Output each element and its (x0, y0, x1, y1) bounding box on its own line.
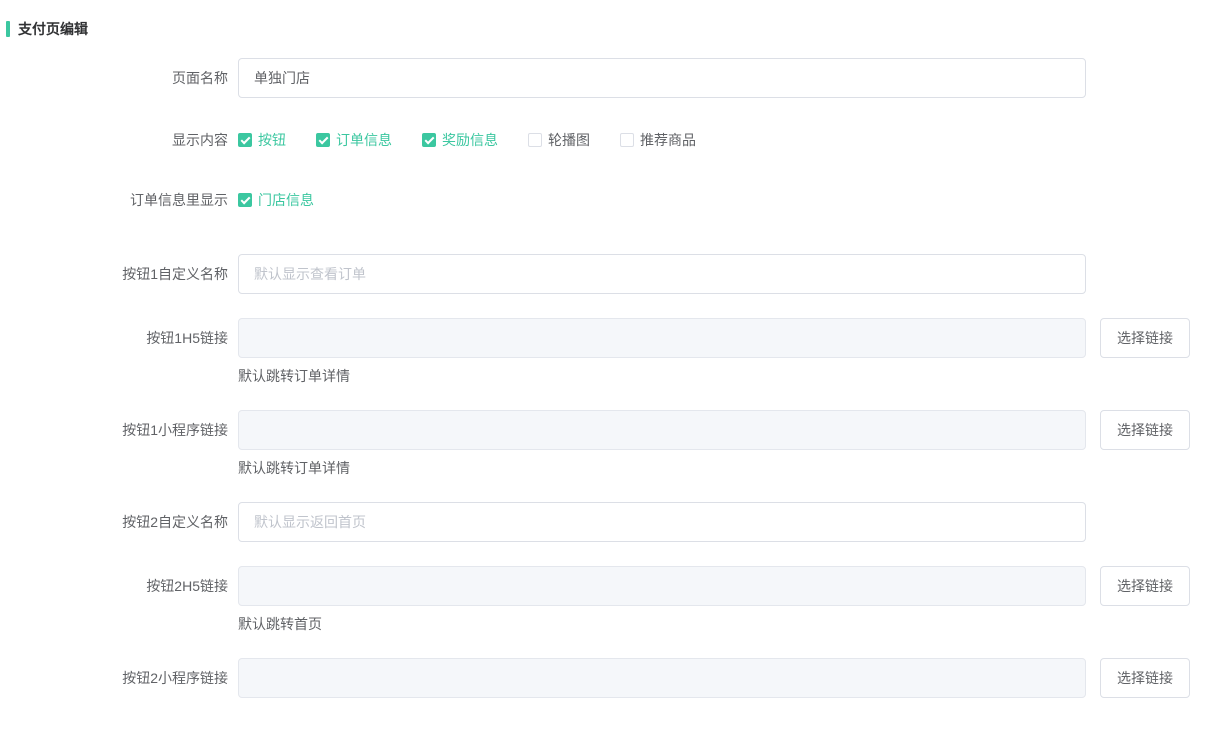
btn2-custom-name-input[interactable] (238, 502, 1086, 542)
btn2-mini-link-input (238, 658, 1086, 698)
page-name-label: 页面名称 (0, 58, 238, 98)
page-title: 支付页编辑 (18, 19, 88, 39)
checkbox-label: 订单信息 (336, 130, 392, 150)
checkbox-carousel[interactable]: 轮播图 (528, 130, 590, 150)
btn1-mini-select-link-button[interactable]: 选择链接 (1100, 410, 1190, 450)
btn2-h5-select-link-button[interactable]: 选择链接 (1100, 566, 1190, 606)
row-page-name: 页面名称 (0, 58, 1223, 98)
checkbox-button[interactable]: 按钮 (238, 130, 286, 150)
checkbox-label: 轮播图 (548, 130, 590, 150)
order-info-display-label: 订单信息里显示 (0, 190, 238, 210)
row-order-info-display: 订单信息里显示 门店信息 (0, 190, 1223, 210)
checkbox-order-info[interactable]: 订单信息 (316, 130, 392, 150)
checkbox-icon (422, 133, 436, 147)
checkbox-store-info[interactable]: 门店信息 (238, 190, 314, 210)
row-display-content: 显示内容 按钮 订单信息 奖励信息 轮播图 推荐商品 (0, 130, 1223, 150)
section-accent-bar-icon (6, 21, 10, 37)
btn2-h5-link-label: 按钮2H5链接 (0, 566, 238, 606)
checkbox-icon (528, 133, 542, 147)
btn2-h5-link-help: 默认跳转首页 (238, 614, 322, 634)
row-btn1-mini-link: 按钮1小程序链接 选择链接 默认跳转订单详情 (0, 410, 1223, 478)
row-btn1-h5-link: 按钮1H5链接 选择链接 默认跳转订单详情 (0, 318, 1223, 386)
btn1-mini-link-help: 默认跳转订单详情 (238, 458, 350, 478)
checkbox-label: 推荐商品 (640, 130, 696, 150)
btn1-h5-select-link-button[interactable]: 选择链接 (1100, 318, 1190, 358)
checkbox-reward-info[interactable]: 奖励信息 (422, 130, 498, 150)
checkbox-label: 按钮 (258, 130, 286, 150)
checkbox-icon (238, 133, 252, 147)
row-btn2-mini-link: 按钮2小程序链接 选择链接 (0, 658, 1223, 698)
order-info-checkbox-group: 门店信息 (238, 190, 344, 210)
display-content-checkbox-group: 按钮 订单信息 奖励信息 轮播图 推荐商品 (238, 130, 726, 150)
display-content-label: 显示内容 (0, 130, 238, 150)
row-btn1-custom-name: 按钮1自定义名称 (0, 254, 1223, 294)
btn1-mini-link-input (238, 410, 1086, 450)
btn1-custom-name-label: 按钮1自定义名称 (0, 254, 238, 294)
btn1-custom-name-input[interactable] (238, 254, 1086, 294)
btn1-h5-link-label: 按钮1H5链接 (0, 318, 238, 358)
btn1-h5-link-input (238, 318, 1086, 358)
row-btn2-custom-name: 按钮2自定义名称 (0, 502, 1223, 542)
btn2-h5-link-input (238, 566, 1086, 606)
checkbox-icon (238, 193, 252, 207)
checkbox-icon (620, 133, 634, 147)
checkbox-label: 门店信息 (258, 190, 314, 210)
row-btn2-h5-link: 按钮2H5链接 选择链接 默认跳转首页 (0, 566, 1223, 634)
btn2-mini-link-label: 按钮2小程序链接 (0, 658, 238, 698)
btn2-custom-name-label: 按钮2自定义名称 (0, 502, 238, 542)
checkbox-recommended-goods[interactable]: 推荐商品 (620, 130, 696, 150)
btn1-h5-link-help: 默认跳转订单详情 (238, 366, 350, 386)
checkbox-label: 奖励信息 (442, 130, 498, 150)
checkbox-icon (316, 133, 330, 147)
section-header: 支付页编辑 (6, 18, 1223, 40)
btn2-mini-select-link-button[interactable]: 选择链接 (1100, 658, 1190, 698)
page-name-input[interactable] (238, 58, 1086, 98)
btn1-mini-link-label: 按钮1小程序链接 (0, 410, 238, 450)
